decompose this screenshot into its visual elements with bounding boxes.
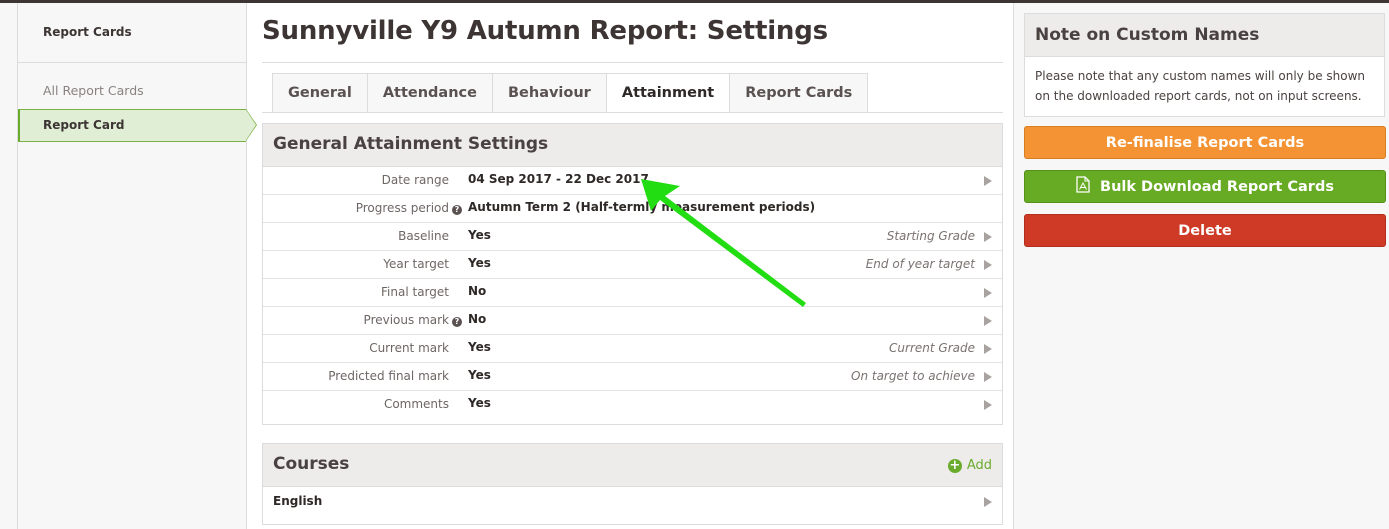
- setting-row[interactable]: Predicted final mark Yes On target to achi…: [263, 363, 1002, 391]
- refinalise-report-cards-button[interactable]: Re-finalise Report Cards: [1024, 126, 1386, 159]
- note-body: Please note that any custom names will o…: [1035, 69, 1366, 103]
- note-panel: Note on Custom Names Please note that an…: [1024, 13, 1385, 117]
- setting-row[interactable]: Year target Yes End of year target: [263, 251, 1002, 279]
- setting-label-text: Final target: [381, 285, 449, 299]
- tab-report-cards[interactable]: Report Cards: [730, 73, 869, 113]
- button-label: Delete: [1178, 222, 1232, 239]
- right-sidebar: Note on Custom Names Please note that an…: [1013, 3, 1389, 529]
- chevron-right-icon: [984, 497, 992, 507]
- setting-label: Current mark: [369, 341, 449, 355]
- setting-row[interactable]: Comments Yes: [263, 391, 1002, 424]
- sidebar-divider: [18, 62, 246, 63]
- sidebar-title: Report Cards: [43, 25, 132, 39]
- panel-title: General Attainment Settings: [273, 134, 549, 154]
- tab-attendance[interactable]: Attendance: [367, 73, 493, 113]
- setting-label: Previous mark?: [364, 313, 462, 327]
- tab-behaviour[interactable]: Behaviour: [492, 73, 607, 113]
- delete-button[interactable]: Delete: [1024, 214, 1386, 247]
- setting-value: Yes: [468, 228, 491, 242]
- chevron-right-icon: [984, 288, 992, 298]
- setting-value: Yes: [468, 396, 491, 410]
- course-name: English: [273, 494, 323, 508]
- setting-custom-name: On target to achieve: [851, 369, 975, 383]
- setting-value: Yes: [468, 368, 491, 382]
- tabs-divider: [262, 112, 1003, 113]
- setting-label-text: Date range: [381, 173, 449, 187]
- chevron-right-icon: [984, 232, 992, 242]
- setting-row[interactable]: Baseline Yes Starting Grade: [263, 223, 1002, 251]
- setting-value: Autumn Term 2 (Half-termly measurement p…: [468, 200, 816, 214]
- title-divider: [262, 62, 1003, 63]
- plus-circle-icon: +: [947, 457, 962, 473]
- pdf-file-icon: [1076, 176, 1090, 197]
- note-header: Note on Custom Names: [1025, 14, 1384, 57]
- button-label: Re-finalise Report Cards: [1105, 134, 1305, 151]
- attainment-settings-panel: General Attainment Settings Date range 04…: [262, 123, 1003, 425]
- chevron-right-icon: [984, 400, 992, 410]
- add-course-button[interactable]: + Add: [947, 457, 992, 473]
- panel-header: General Attainment Settings: [263, 124, 1002, 167]
- setting-label-text: Current mark: [369, 341, 449, 355]
- setting-value: 04 Sep 2017 - 22 Dec 2017: [468, 172, 649, 186]
- setting-custom-name: Starting Grade: [886, 229, 975, 243]
- setting-label-text: Year target: [383, 257, 449, 271]
- settings-tabs: General Attendance Behaviour Attainment …: [272, 73, 869, 113]
- setting-row[interactable]: Date range 04 Sep 2017 - 22 Dec 2017: [263, 167, 1002, 195]
- chevron-right-icon: [984, 316, 992, 326]
- setting-custom-name: End of year target: [865, 257, 975, 271]
- setting-label-text: Progress period: [355, 201, 449, 215]
- setting-value: Yes: [468, 256, 491, 270]
- panel-title: Courses: [273, 454, 350, 474]
- chevron-right-icon: [984, 372, 992, 382]
- chevron-right-icon: [984, 344, 992, 354]
- setting-row[interactable]: Final target No: [263, 279, 1002, 307]
- page-title: Sunnyville Y9 Autumn Report: Settings: [262, 16, 828, 46]
- sidebar-item-label: Report Card: [43, 118, 125, 132]
- active-pointer-fill: [246, 110, 256, 140]
- chevron-right-icon: [984, 176, 992, 186]
- setting-custom-name: Current Grade: [889, 341, 975, 355]
- course-row[interactable]: English: [263, 487, 1002, 524]
- sidebar-item-all-report-cards[interactable]: All Report Cards: [43, 83, 144, 98]
- note-title: Note on Custom Names: [1035, 25, 1260, 45]
- setting-label: Year target: [383, 257, 449, 271]
- sidebar-item-report-card[interactable]: Report Card: [18, 109, 257, 142]
- setting-label: Date range: [382, 173, 449, 187]
- setting-label-text: Predicted final mark: [328, 369, 449, 383]
- tab-attainment[interactable]: Attainment: [606, 73, 731, 113]
- add-label: Add: [966, 458, 992, 473]
- settings-list: Date range 04 Sep 2017 - 22 Dec 2017 Progr…: [263, 167, 1002, 424]
- setting-row[interactable]: Previous mark? No: [263, 307, 1002, 335]
- courses-panel: Courses + Add English: [262, 443, 1003, 525]
- setting-value: No: [468, 312, 487, 326]
- chevron-right-icon: [984, 260, 992, 270]
- tab-general[interactable]: General: [272, 73, 368, 113]
- button-label: Bulk Download Report Cards: [1100, 178, 1334, 195]
- setting-label: Predicted final mark: [328, 369, 449, 383]
- setting-label: Final target: [381, 285, 449, 299]
- setting-label: Progress period?: [356, 201, 462, 215]
- sidebar: Report Cards All Report Cards Report Car…: [18, 3, 257, 529]
- setting-label-text: Previous mark: [363, 313, 449, 327]
- setting-label: Baseline: [398, 229, 449, 243]
- setting-label-text: Baseline: [398, 229, 449, 243]
- left-gutter: [0, 3, 18, 529]
- bulk-download-button[interactable]: Bulk Download Report Cards: [1024, 170, 1386, 203]
- setting-label: Comments: [384, 397, 449, 411]
- help-icon[interactable]: ?: [452, 205, 462, 215]
- help-icon[interactable]: ?: [452, 317, 462, 327]
- setting-label-text: Comments: [383, 397, 449, 411]
- setting-value: No: [468, 284, 487, 298]
- setting-row[interactable]: Progress period? Autumn Term 2 (Half-term…: [263, 195, 1002, 223]
- setting-row[interactable]: Current mark Yes Current Grade: [263, 335, 1002, 363]
- panel-header: Courses + Add: [263, 444, 1002, 487]
- setting-value: Yes: [468, 340, 491, 354]
